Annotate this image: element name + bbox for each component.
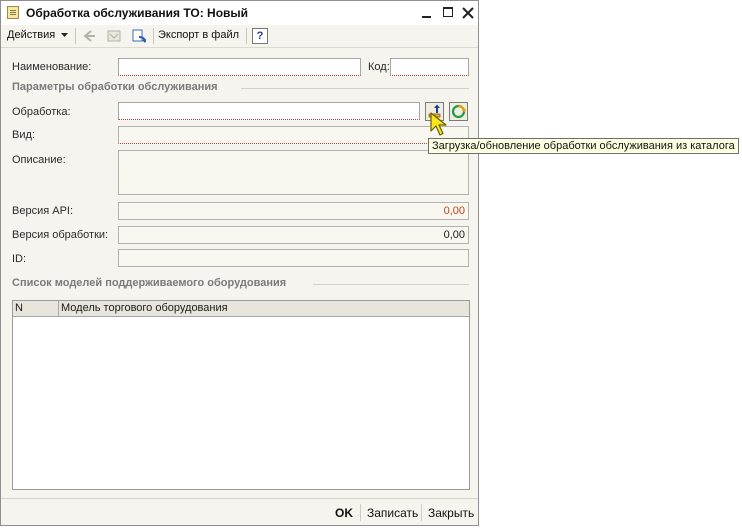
ok-button[interactable]: OK — [335, 506, 353, 520]
description-label: Описание: — [12, 154, 66, 166]
title-bar: Обработка обслуживания ТО: Новый — [1, 1, 478, 26]
processing-version-field: 0,00 — [118, 226, 469, 244]
type-label: Вид: — [12, 129, 35, 141]
refresh-icon — [451, 104, 466, 119]
document-icon — [7, 6, 19, 19]
description-field — [118, 150, 469, 195]
help-button[interactable]: ? — [252, 28, 268, 44]
back-arrow-icon[interactable] — [81, 28, 97, 44]
column-header-n[interactable]: N — [13, 301, 59, 316]
minimize-button[interactable] — [419, 5, 435, 21]
close-icon — [462, 7, 474, 19]
toolbar-separator — [153, 28, 154, 44]
footer-separator — [360, 504, 361, 521]
maximize-button[interactable] — [441, 5, 457, 21]
section-divider — [241, 88, 469, 89]
caret-down-icon — [61, 33, 69, 38]
column-header-model[interactable]: Модель торгового оборудования — [61, 301, 228, 316]
form-window: Обработка обслуживания ТО: Новый Действи… — [0, 0, 479, 526]
mouse-cursor-icon — [430, 112, 447, 136]
api-version-label: Версия API: — [12, 205, 74, 217]
models-section-title: Список моделей поддерживаемого оборудова… — [12, 277, 287, 289]
models-table[interactable]: N Модель торгового оборудования — [12, 300, 470, 490]
processing-label: Обработка: — [12, 106, 71, 118]
refresh-document-icon[interactable] — [131, 28, 147, 44]
code-input[interactable] — [390, 58, 469, 76]
save-button[interactable]: Записать — [367, 506, 418, 520]
close-window-button[interactable] — [460, 5, 476, 21]
toolbar-separator — [75, 28, 76, 44]
id-label: ID: — [12, 253, 27, 265]
table-header: N Модель торгового оборудования — [13, 301, 469, 317]
section-divider — [313, 284, 469, 285]
close-button[interactable]: Закрыть — [428, 506, 474, 520]
code-label: Код: — [368, 61, 390, 73]
type-field — [118, 126, 469, 144]
name-label: Наименование: — [12, 61, 92, 73]
window-title: Обработка обслуживания ТО: Новый — [26, 6, 249, 20]
actions-menu-label: Действия — [7, 29, 56, 41]
toolbar: Действия Экспорт в файл ? — [1, 25, 478, 48]
toolbar-separator — [246, 28, 247, 44]
api-version-field: 0,00 — [118, 202, 469, 220]
footer-divider — [1, 498, 478, 499]
processing-input[interactable] — [118, 102, 420, 120]
update-from-catalog-button[interactable] — [449, 102, 468, 121]
export-to-file-button[interactable]: Экспорт в файл — [158, 29, 239, 41]
structure-icon[interactable] — [106, 28, 122, 44]
processing-version-label: Версия обработки: — [12, 229, 109, 241]
tooltip: Загрузка/обновление обработки обслуживан… — [428, 138, 739, 154]
name-input[interactable] — [118, 58, 361, 76]
footer-separator — [421, 504, 422, 521]
id-field — [118, 249, 469, 267]
params-section-title: Параметры обработки обслуживания — [12, 81, 218, 93]
actions-menu[interactable]: Действия — [7, 29, 69, 41]
